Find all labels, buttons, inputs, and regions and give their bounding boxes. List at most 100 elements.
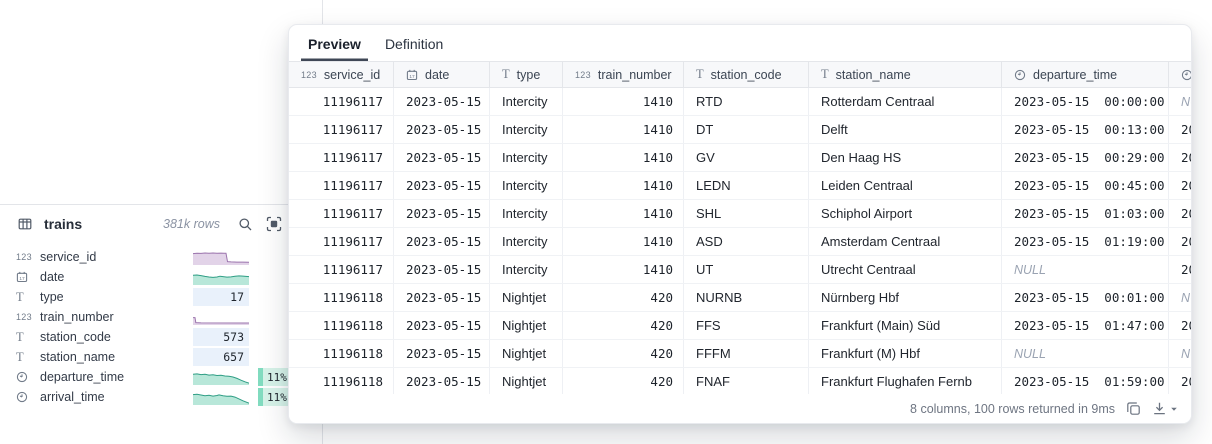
download-button[interactable] [1152,401,1178,416]
cell-arrival_time[interactable]: 2023-05-15 [1169,200,1192,227]
cell-departure_time[interactable]: NULL [1002,256,1169,283]
cell-departure_time[interactable]: 2023-05-15 00:00:00 [1002,88,1169,115]
cell-service_id[interactable]: 11196117 [289,116,394,143]
cell-train_number[interactable]: 1410 [563,228,684,255]
cell-departure_time[interactable]: 2023-05-15 00:45:00 [1002,172,1169,199]
cell-service_id[interactable]: 11196117 [289,172,394,199]
cell-type[interactable]: Nightjet [490,312,563,339]
cell-train_number[interactable]: 420 [563,340,684,367]
cell-date[interactable]: 2023-05-15 [394,144,490,171]
cell-date[interactable]: 2023-05-15 [394,228,490,255]
cell-station_name[interactable]: Delft [809,116,1002,143]
cell-station_name[interactable]: Amsterdam Centraal [809,228,1002,255]
cell-date[interactable]: 2023-05-15 [394,116,490,143]
cell-service_id[interactable]: 11196118 [289,368,394,395]
cell-departure_time[interactable]: 2023-05-15 01:59:00 [1002,368,1169,395]
scan-icon[interactable] [264,214,284,234]
cell-type[interactable]: Nightjet [490,340,563,367]
cell-service_id[interactable]: 11196118 [289,284,394,311]
cell-service_id[interactable]: 11196117 [289,200,394,227]
cell-date[interactable]: 2023-05-15 [394,368,490,395]
cell-train_number[interactable]: 1410 [563,116,684,143]
cell-departure_time[interactable]: 2023-05-15 01:19:00 [1002,228,1169,255]
field-row-type[interactable]: Ttype17 [0,287,322,307]
cell-service_id[interactable]: 11196118 [289,340,394,367]
column-header-station_name[interactable]: Tstation_name [809,62,1002,87]
cell-station_name[interactable]: Leiden Centraal [809,172,1002,199]
column-header-departure_time[interactable]: departure_time [1002,62,1169,87]
cell-type[interactable]: Intercity [490,172,563,199]
column-header-arrival_time[interactable]: arrival_time [1169,62,1192,87]
field-row-station_name[interactable]: Tstation_name657 [0,347,322,367]
cell-service_id[interactable]: 11196117 [289,228,394,255]
cell-departure_time[interactable]: 2023-05-15 00:29:00 [1002,144,1169,171]
cell-train_number[interactable]: 420 [563,312,684,339]
cell-station_code[interactable]: FFS [684,312,809,339]
column-header-service_id[interactable]: 123service_id [289,62,394,87]
copy-icon[interactable] [1126,401,1141,416]
cell-station_name[interactable]: Nürnberg Hbf [809,284,1002,311]
field-row-date[interactable]: 17date [0,267,322,287]
cell-train_number[interactable]: 1410 [563,144,684,171]
cell-arrival_time[interactable]: NULL [1169,340,1192,367]
field-row-train_number[interactable]: 123train_number [0,307,322,327]
cell-train_number[interactable]: 1410 [563,88,684,115]
cell-station_code[interactable]: RTD [684,88,809,115]
column-header-date[interactable]: 17date [394,62,490,87]
cell-type[interactable]: Nightjet [490,368,563,395]
cell-date[interactable]: 2023-05-15 [394,172,490,199]
cell-arrival_time[interactable]: 2023-05-15 [1169,368,1192,395]
cell-arrival_time[interactable]: 2023-05-15 [1169,172,1192,199]
cell-service_id[interactable]: 11196117 [289,144,394,171]
field-row-station_code[interactable]: Tstation_code573 [0,327,322,347]
cell-departure_time[interactable]: 2023-05-15 01:47:00 [1002,312,1169,339]
cell-station_code[interactable]: SHL [684,200,809,227]
cell-train_number[interactable]: 1410 [563,172,684,199]
cell-date[interactable]: 2023-05-15 [394,88,490,115]
cell-service_id[interactable]: 11196118 [289,312,394,339]
cell-station_code[interactable]: FNAF [684,368,809,395]
search-icon[interactable] [235,214,255,234]
cell-train_number[interactable]: 1410 [563,200,684,227]
cell-type[interactable]: Intercity [490,116,563,143]
cell-arrival_time[interactable]: 2023-05-15 [1169,228,1192,255]
cell-departure_time[interactable]: 2023-05-15 00:01:00 [1002,284,1169,311]
column-header-train_number[interactable]: 123train_number [563,62,684,87]
cell-station_name[interactable]: Frankfurt (Main) Süd [809,312,1002,339]
cell-station_name[interactable]: Rotterdam Centraal [809,88,1002,115]
cell-station_name[interactable]: Schiphol Airport [809,200,1002,227]
cell-station_name[interactable]: Den Haag HS [809,144,1002,171]
cell-date[interactable]: 2023-05-15 [394,200,490,227]
cell-station_code[interactable]: FFFM [684,340,809,367]
field-row-departure_time[interactable]: departure_time11% [0,367,322,387]
cell-station_code[interactable]: DT [684,116,809,143]
cell-departure_time[interactable]: 2023-05-15 00:13:00 [1002,116,1169,143]
cell-arrival_time[interactable]: NULL [1169,284,1192,311]
tab-definition[interactable]: Definition [378,36,450,61]
cell-arrival_time[interactable]: 2023-05-15 [1169,144,1192,171]
cell-station_name[interactable]: Frankfurt Flughafen Fernb [809,368,1002,395]
cell-type[interactable]: Intercity [490,200,563,227]
cell-station_code[interactable]: ASD [684,228,809,255]
cell-arrival_time[interactable]: 2023-05-15 [1169,312,1192,339]
cell-station_code[interactable]: UT [684,256,809,283]
cell-type[interactable]: Intercity [490,228,563,255]
cell-train_number[interactable]: 420 [563,284,684,311]
cell-type[interactable]: Intercity [490,144,563,171]
cell-station_code[interactable]: LEDN [684,172,809,199]
field-row-arrival_time[interactable]: arrival_time11% [0,387,322,407]
cell-service_id[interactable]: 11196117 [289,88,394,115]
cell-arrival_time[interactable]: NULL [1169,88,1192,115]
cell-type[interactable]: Intercity [490,256,563,283]
cell-arrival_time[interactable]: 2023-05-15 [1169,116,1192,143]
cell-train_number[interactable]: 1410 [563,256,684,283]
column-header-type[interactable]: Ttype [490,62,563,87]
tab-preview[interactable]: Preview [301,36,368,61]
cell-station_name[interactable]: Utrecht Centraal [809,256,1002,283]
cell-date[interactable]: 2023-05-15 [394,284,490,311]
cell-service_id[interactable]: 11196117 [289,256,394,283]
cell-date[interactable]: 2023-05-15 [394,256,490,283]
cell-departure_time[interactable]: 2023-05-15 01:03:00 [1002,200,1169,227]
cell-date[interactable]: 2023-05-15 [394,340,490,367]
cell-departure_time[interactable]: NULL [1002,340,1169,367]
